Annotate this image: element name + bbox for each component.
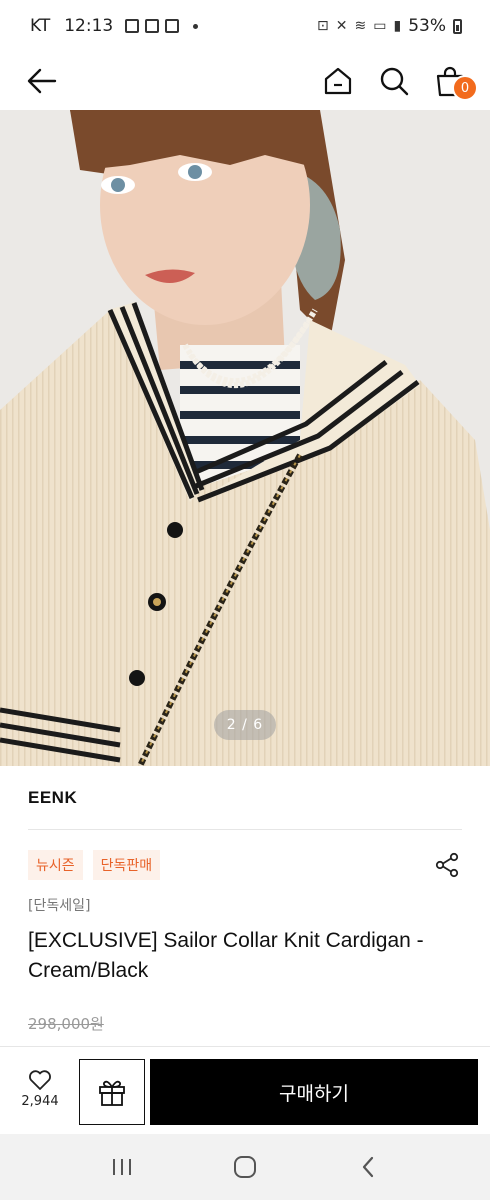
sale-label: [단독세일]	[28, 898, 91, 914]
home-icon	[324, 67, 352, 95]
gallery-notification-icon	[125, 19, 140, 33]
chevron-left-icon	[363, 1156, 374, 1178]
like-button[interactable]: 2,944	[14, 1069, 66, 1119]
carrier-label: KT	[30, 16, 51, 36]
brand-name: EENK	[28, 788, 78, 807]
wifi-icon: ≋	[354, 18, 367, 34]
status-right: ⊡ ✕ ≋ ▭ ▮ 53%	[317, 16, 462, 36]
like-count: 2,944	[21, 1094, 59, 1109]
battery-percent: 53%	[408, 16, 446, 36]
gift-icon	[99, 1080, 125, 1106]
brand-link[interactable]: EENK	[0, 766, 490, 830]
tags-row: 뉴시즌 단독판매	[28, 848, 462, 882]
system-nav-bar	[0, 1134, 490, 1200]
arrow-left-icon	[27, 68, 57, 94]
back-nav-button[interactable]	[343, 1142, 393, 1192]
header-actions: 0	[320, 63, 478, 101]
recent-apps-button[interactable]	[97, 1142, 147, 1192]
back-button[interactable]	[22, 61, 62, 101]
product-photo	[0, 110, 490, 766]
product-image-carousel[interactable]: 2 / 6	[0, 110, 490, 766]
product-title: [EXCLUSIVE] Sailor Collar Knit Cardigan …	[28, 929, 424, 982]
search-icon	[380, 67, 409, 96]
more-notifications-icon	[193, 23, 199, 29]
app-header: 0	[0, 52, 490, 110]
image-counter: 2 / 6	[214, 710, 276, 740]
original-price: 298,000원	[28, 1015, 104, 1033]
cart-count-badge: 0	[452, 75, 478, 101]
lock-icon: ⊡	[317, 18, 329, 34]
heart-icon	[29, 1070, 51, 1090]
gift-button[interactable]	[79, 1059, 145, 1125]
signal-icon: ▮	[393, 18, 402, 34]
status-left: KT 12:13	[30, 16, 199, 36]
tag-exclusive: 단독판매	[92, 850, 161, 880]
status-bar: KT 12:13 ⊡ ✕ ≋ ▭ ▮ 53%	[0, 0, 490, 52]
search-button[interactable]	[376, 63, 412, 99]
message-notification-icon	[165, 19, 180, 33]
home-button[interactable]	[320, 63, 356, 99]
mute-icon: ✕	[335, 18, 348, 34]
share-button[interactable]	[432, 850, 462, 880]
buy-button[interactable]: 구매하기	[150, 1059, 478, 1125]
share-icon	[435, 852, 459, 878]
divider	[28, 829, 462, 830]
home-nav-icon	[233, 1156, 256, 1178]
battery-icon	[453, 18, 462, 34]
tag-new-season: 뉴시즌	[28, 850, 83, 880]
hd-icon: ▭	[373, 18, 387, 34]
purchase-action-bar: 2,944 구매하기	[0, 1046, 490, 1134]
clock: 12:13	[64, 16, 114, 36]
recent-apps-icon	[112, 1159, 131, 1175]
home-nav-button[interactable]	[220, 1142, 270, 1192]
app-notification-icon	[145, 19, 160, 33]
cart-button[interactable]: 0	[432, 63, 478, 101]
